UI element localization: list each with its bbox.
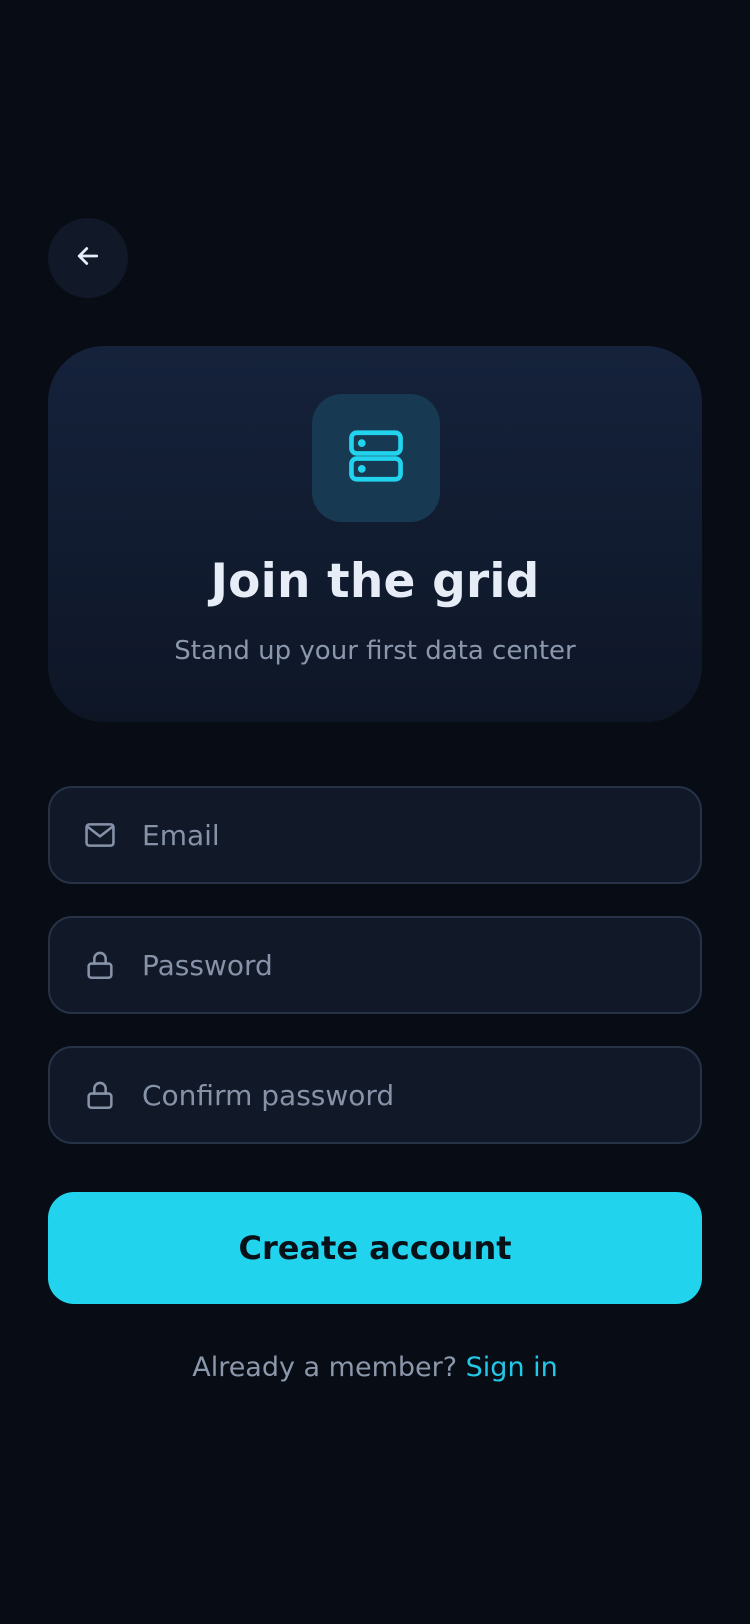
lock-icon	[83, 1078, 117, 1112]
confirm-password-input[interactable]	[142, 1048, 682, 1142]
page-title: Join the grid	[210, 554, 540, 609]
hero-card: Join the grid Stand up your first data c…	[48, 346, 702, 722]
sign-in-prompt: Already a member? Sign in	[0, 1352, 750, 1383]
mail-icon	[83, 818, 117, 852]
sign-in-link[interactable]: Sign in	[466, 1352, 558, 1383]
password-input[interactable]	[142, 918, 682, 1012]
server-icon	[345, 425, 407, 491]
create-account-button[interactable]: Create account	[48, 1192, 702, 1304]
page-subtitle: Stand up your first data center	[174, 636, 576, 666]
email-field-container[interactable]	[48, 786, 702, 884]
confirm-password-field-container[interactable]	[48, 1046, 702, 1144]
signup-screen: Join the grid Stand up your first data c…	[0, 0, 750, 1624]
arrow-left-icon	[73, 241, 103, 275]
back-button[interactable]	[48, 218, 128, 298]
email-input[interactable]	[142, 788, 682, 882]
sign-in-prompt-text: Already a member?	[192, 1352, 458, 1383]
hero-icon-tile	[312, 394, 440, 522]
lock-icon	[83, 948, 117, 982]
password-field-container[interactable]	[48, 916, 702, 1014]
